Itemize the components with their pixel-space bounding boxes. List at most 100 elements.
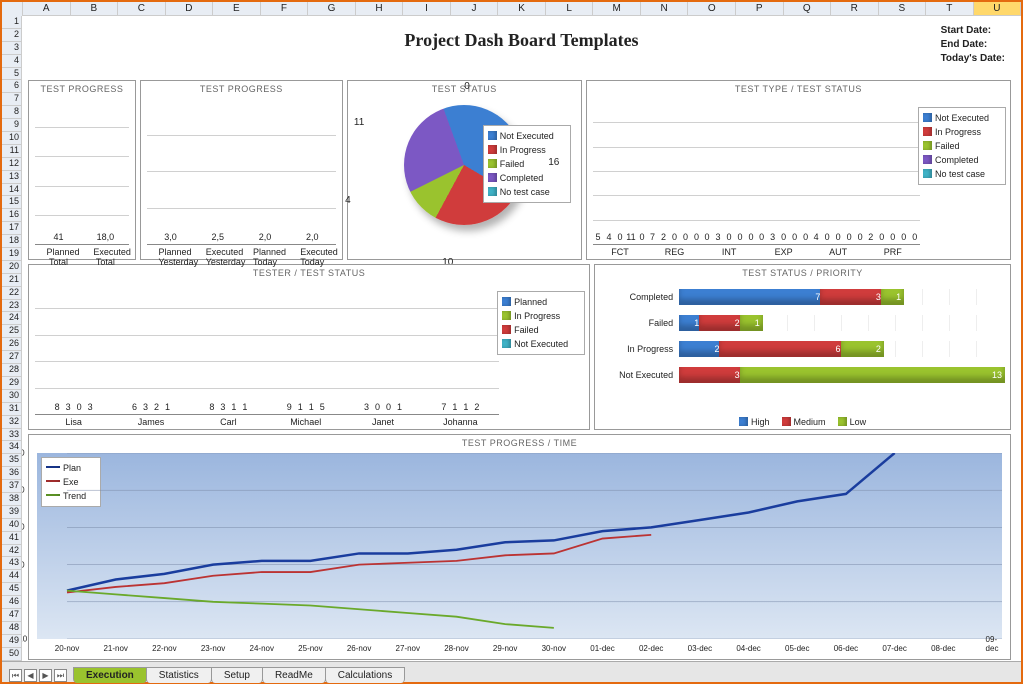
row-header[interactable]: 11	[2, 145, 22, 158]
row-header[interactable]: 13	[2, 171, 22, 184]
column-header[interactable]: A	[23, 2, 71, 16]
column-header[interactable]: H	[356, 2, 404, 16]
row-header[interactable]: 45	[2, 583, 22, 596]
chart-test-progress-total[interactable]: TEST PROGRESS 41Planned Total18,0Execute…	[28, 80, 136, 260]
row-header[interactable]: 10	[2, 132, 22, 145]
row-header[interactable]: 4	[2, 55, 22, 68]
row-header[interactable]: 16	[2, 209, 22, 222]
chart-test-progress-day[interactable]: TEST PROGRESS 3,0Planned Yesterday2,5Exe…	[140, 80, 343, 260]
row-header[interactable]: 12	[2, 158, 22, 171]
tab-nav-last-icon[interactable]: ⏭	[54, 669, 67, 682]
row-header[interactable]: 8	[2, 106, 22, 119]
legend: HighMediumLow	[595, 415, 1010, 429]
row-header[interactable]: 18	[2, 235, 22, 248]
row-header[interactable]: 49	[2, 635, 22, 648]
category-label: Planned Total	[46, 247, 70, 267]
column-header[interactable]: I	[403, 2, 451, 16]
column-header[interactable]: N	[641, 2, 689, 16]
tab-nav-next-icon[interactable]: ▶	[39, 669, 52, 682]
row-header[interactable]: 46	[2, 596, 22, 609]
row-header[interactable]: 25	[2, 325, 22, 338]
row-header[interactable]: 26	[2, 338, 22, 351]
row-header[interactable]: 43	[2, 557, 22, 570]
chart-test-status-pie[interactable]: TEST STATUS Not ExecutedIn ProgressFaile…	[347, 80, 582, 260]
column-header[interactable]: T	[926, 2, 974, 16]
legend-item: Failed	[502, 323, 580, 337]
column-header[interactable]: G	[308, 2, 356, 16]
worksheet[interactable]: Project Dash Board Templates Start Date:…	[22, 16, 1021, 661]
column-header[interactable]: S	[879, 2, 927, 16]
row-header[interactable]: 30	[2, 390, 22, 403]
row-header[interactable]: 32	[2, 416, 22, 429]
legend-item: No test case	[488, 185, 566, 199]
data-label: 3	[88, 402, 93, 412]
row-header[interactable]: 38	[2, 493, 22, 506]
sheet-tab[interactable]: Calculations	[325, 667, 405, 683]
column-header[interactable]: C	[118, 2, 166, 16]
row-header[interactable]: 44	[2, 570, 22, 583]
row-header[interactable]: 29	[2, 377, 22, 390]
data-label: 3	[66, 402, 71, 412]
row-header[interactable]: 47	[2, 609, 22, 622]
sheet-tab[interactable]: Execution	[73, 667, 147, 683]
column-header[interactable]: L	[546, 2, 594, 16]
sheet-tab[interactable]: Setup	[211, 667, 263, 683]
row-header[interactable]: 31	[2, 403, 22, 416]
column-header[interactable]: P	[736, 2, 784, 16]
column-header[interactable]: D	[166, 2, 214, 16]
data-label: 3	[770, 232, 775, 242]
chart-tester-status[interactable]: TESTER / TEST STATUS 8303Lisa6321James83…	[28, 264, 590, 430]
row-header[interactable]: 20	[2, 261, 22, 274]
row-header[interactable]: 21	[2, 274, 22, 287]
row-header[interactable]: 36	[2, 467, 22, 480]
data-label: 16	[548, 157, 559, 168]
column-header[interactable]: R	[831, 2, 879, 16]
row-header[interactable]: 23	[2, 300, 22, 313]
row-header[interactable]: 42	[2, 545, 22, 558]
tab-nav-first-icon[interactable]: ⏮	[9, 669, 22, 682]
column-header[interactable]: O	[688, 2, 736, 16]
bar-segment: 13	[740, 367, 1005, 383]
row-header[interactable]: 28	[2, 364, 22, 377]
row-header[interactable]: 24	[2, 312, 22, 325]
row-header[interactable]: 34	[2, 441, 22, 454]
row-header[interactable]: 7	[2, 93, 22, 106]
column-header[interactable]: U	[974, 2, 1022, 16]
row-header[interactable]: 3	[2, 42, 22, 55]
row-header[interactable]: 40	[2, 519, 22, 532]
row-header[interactable]: 2	[2, 29, 22, 42]
tab-nav-prev-icon[interactable]: ◀	[24, 669, 37, 682]
row-header[interactable]: 17	[2, 222, 22, 235]
column-header[interactable]: Q	[784, 2, 832, 16]
row-header[interactable]: 15	[2, 196, 22, 209]
row-header[interactable]: 50	[2, 648, 22, 661]
row-header[interactable]: 19	[2, 248, 22, 261]
row-header[interactable]: 39	[2, 506, 22, 519]
selectall-corner[interactable]	[2, 2, 23, 16]
row-header[interactable]: 35	[2, 454, 22, 467]
row-header[interactable]: 6	[2, 80, 22, 93]
category-label: Planned Yesterday	[158, 247, 182, 267]
row-header[interactable]: 27	[2, 351, 22, 364]
row-header[interactable]: 22	[2, 287, 22, 300]
column-header[interactable]: F	[261, 2, 309, 16]
row-header[interactable]: 14	[2, 184, 22, 197]
row-header[interactable]: 5	[2, 68, 22, 81]
sheet-tab[interactable]: Statistics	[146, 667, 212, 683]
row-header[interactable]: 9	[2, 119, 22, 132]
row-header[interactable]: 48	[2, 622, 22, 635]
column-header[interactable]: B	[71, 2, 119, 16]
column-header[interactable]: K	[498, 2, 546, 16]
column-header[interactable]: E	[213, 2, 261, 16]
row-header[interactable]: 41	[2, 532, 22, 545]
row-header[interactable]: 37	[2, 480, 22, 493]
row-header[interactable]: 33	[2, 429, 22, 442]
row-header[interactable]: 1	[2, 16, 22, 29]
chart-test-type-status[interactable]: TEST TYPE / TEST STATUS 540110FCT72000RE…	[586, 80, 1011, 260]
chart-status-priority[interactable]: TEST STATUS / PRIORITY Completed731Faile…	[594, 264, 1011, 430]
chart-progress-time[interactable]: TEST PROGRESS / TIME PlanExeTrend -10,00…	[28, 434, 1011, 660]
column-header[interactable]: M	[593, 2, 641, 16]
column-header[interactable]: J	[451, 2, 499, 16]
sheet-tab[interactable]: ReadMe	[262, 667, 326, 683]
date-meta: Start Date: End Date: Today's Date:	[941, 24, 1005, 66]
